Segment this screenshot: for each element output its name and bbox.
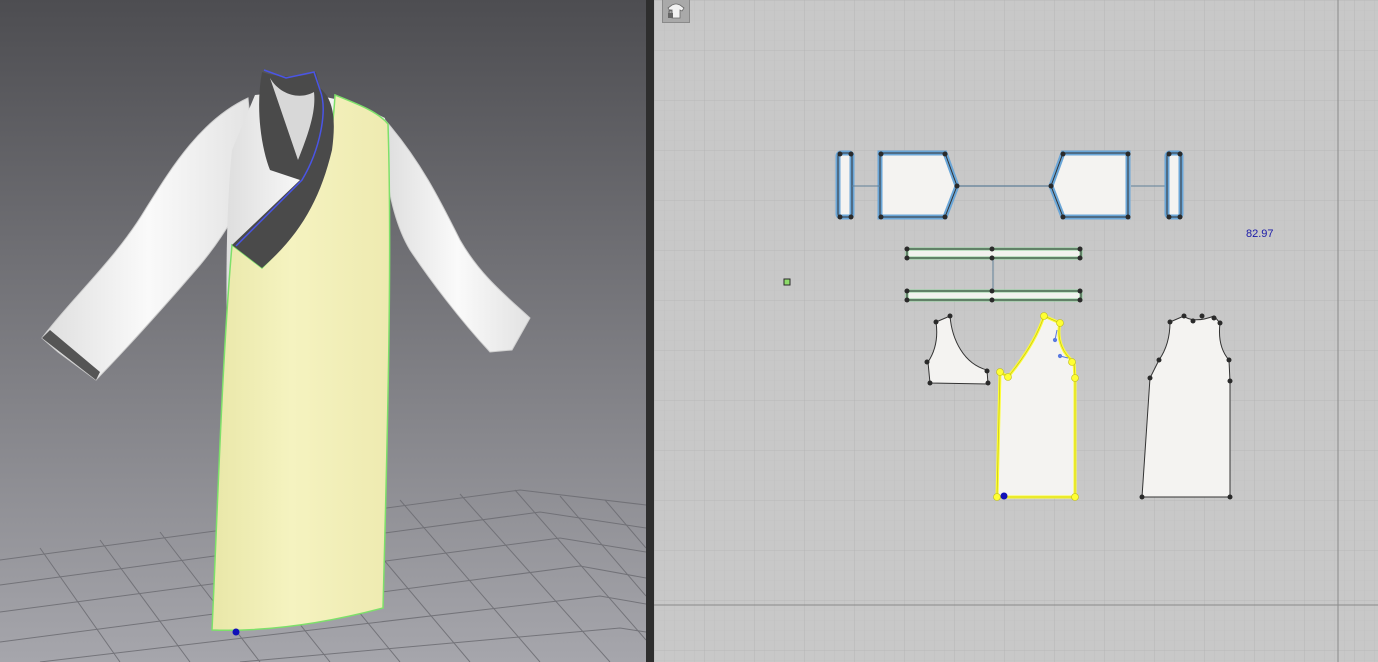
shirt-icon [667,3,685,19]
3d-scene[interactable] [0,0,646,662]
pattern-piece-right-cuff[interactable] [1164,150,1184,220]
lock-shirt-icon[interactable] [662,0,690,23]
pattern-piece-right-sleeve[interactable] [1048,150,1131,220]
selected-point[interactable] [232,628,240,636]
length-readout: 82.97 [1246,228,1274,240]
pattern-canvas[interactable] [654,0,1378,662]
pin-point[interactable] [783,278,791,286]
pattern-grid [654,0,1378,662]
2d-pattern-window[interactable]: 82.97 [654,0,1378,662]
selected-vertex[interactable] [1000,492,1008,500]
pattern-piece-left-cuff[interactable] [835,150,855,220]
3d-viewport[interactable] [0,0,646,662]
viewport-divider[interactable] [646,0,654,662]
pattern-piece-left-sleeve[interactable] [877,150,960,220]
